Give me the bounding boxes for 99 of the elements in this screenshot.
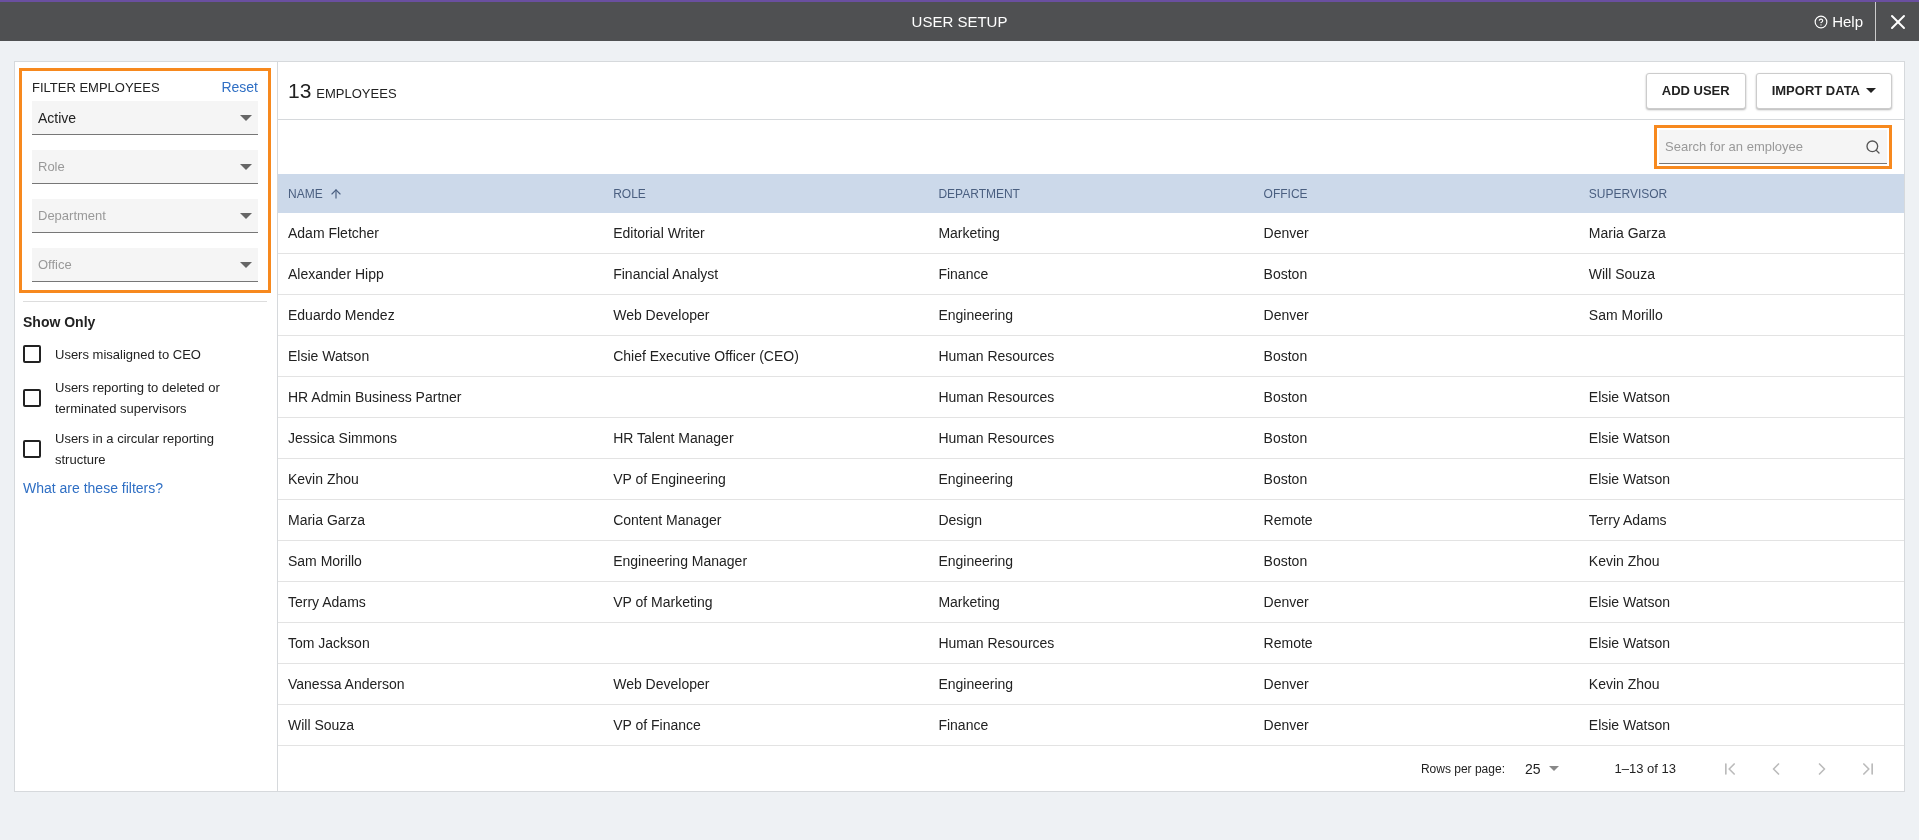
table-cell: Web Developer <box>603 664 929 705</box>
caret-icon <box>1866 88 1876 93</box>
caret-icon <box>240 114 252 121</box>
table-cell: Finance <box>928 254 1254 295</box>
column-header[interactable]: SUPERVISOR <box>1578 174 1904 213</box>
table-cell: Engineering Manager <box>603 541 929 582</box>
table-cell: Content Manager <box>603 500 929 541</box>
employee-count: 13 <box>288 78 312 103</box>
table-cell: Engineering <box>928 664 1254 705</box>
search-icon <box>1865 139 1881 155</box>
table-cell: Elsie Watson <box>1578 623 1904 664</box>
table-cell: Engineering <box>928 295 1254 336</box>
table-cell: Denver <box>1253 213 1579 254</box>
table-cell: Jessica Simmons <box>278 418 604 459</box>
table-cell: Denver <box>1253 582 1579 623</box>
help-button[interactable]: Help <box>1802 13 1875 30</box>
table-cell: Elsie Watson <box>1578 705 1904 746</box>
table-cell: Editorial Writer <box>603 213 929 254</box>
caret-icon <box>1548 766 1559 771</box>
table-cell: Tom Jackson <box>278 623 604 664</box>
table-cell: Will Souza <box>278 705 604 746</box>
table-cell: Kevin Zhou <box>278 459 604 500</box>
table-cell: Maria Garza <box>278 500 604 541</box>
table-cell: Finance <box>928 705 1254 746</box>
filter-select[interactable]: Role <box>32 150 258 184</box>
filter-title: FILTER EMPLOYEES <box>32 79 160 95</box>
table-cell: Remote <box>1253 623 1579 664</box>
table-cell: VP of Engineering <box>603 459 929 500</box>
table-cell: Elsie Watson <box>1578 459 1904 500</box>
table-cell: Denver <box>1253 705 1579 746</box>
table-cell: Human Resources <box>928 623 1254 664</box>
table-cell: Engineering <box>928 541 1254 582</box>
table-cell: VP of Marketing <box>603 582 929 623</box>
section-title: Show Only <box>23 314 97 330</box>
table-cell: Boston <box>1253 541 1579 582</box>
filter-select[interactable]: Department <box>32 199 258 233</box>
checkbox-label: Users misaligned to CEO <box>55 345 201 364</box>
table-cell: Financial Analyst <box>603 254 929 295</box>
column-header[interactable]: NAME <box>278 174 604 213</box>
rows-per-page-label: Rows per page: <box>1420 761 1505 776</box>
table-cell: Elsie Watson <box>1578 377 1904 418</box>
count-label: EMPLOYEES <box>316 85 397 101</box>
table-cell: Terry Adams <box>278 582 604 623</box>
table-cell: HR Talent Manager <box>603 418 929 459</box>
table-cell: Adam Fletcher <box>278 213 604 254</box>
caret-icon <box>240 261 252 268</box>
search-field[interactable]: Search for an employee <box>1659 130 1887 164</box>
table-cell: Engineering <box>928 459 1254 500</box>
table-cell: Eduardo Mendez <box>278 295 604 336</box>
table-cell: Elsie Watson <box>1578 582 1904 623</box>
table-cell: Denver <box>1253 295 1579 336</box>
table-cell: Human Resources <box>928 377 1254 418</box>
table-cell: Design <box>928 500 1254 541</box>
table-cell: Elsie Watson <box>1578 418 1904 459</box>
table-cell: Marketing <box>928 213 1254 254</box>
table-cell: HR Admin Business Partner <box>278 377 604 418</box>
help-link[interactable]: What are these filters? <box>23 480 164 496</box>
column-header[interactable]: ROLE <box>603 174 929 213</box>
rows-per-page-select[interactable]: 25 <box>1518 759 1565 778</box>
filter-select[interactable]: Office <box>32 248 258 282</box>
table-cell: Terry Adams <box>1578 500 1904 541</box>
column-header[interactable]: DEPARTMENT <box>928 174 1254 213</box>
table-cell: Boston <box>1253 459 1579 500</box>
checkbox-label: Users in a circular reporting structure <box>55 430 215 469</box>
caret-icon <box>240 163 252 170</box>
table-cell: Denver <box>1253 664 1579 705</box>
column-header[interactable]: OFFICE <box>1253 174 1579 213</box>
table-cell: Human Resources <box>928 336 1254 377</box>
table-cell: VP of Finance <box>603 705 929 746</box>
checkbox[interactable] <box>23 440 41 458</box>
caret-icon <box>240 212 252 219</box>
table-cell: Maria Garza <box>1578 213 1904 254</box>
table-cell: Sam Morillo <box>1578 295 1904 336</box>
dropdown-button[interactable]: IMPORT DATA <box>1755 72 1892 109</box>
table-cell: Web Developer <box>603 295 929 336</box>
table-cell: Remote <box>1253 500 1579 541</box>
action-button[interactable]: ADD USER <box>1645 72 1746 109</box>
filter-select[interactable]: Active <box>32 101 258 135</box>
table-cell: Boston <box>1253 377 1579 418</box>
table-cell: Will Souza <box>1578 254 1904 295</box>
table-cell: Vanessa Anderson <box>278 664 604 705</box>
reset-link[interactable]: Reset <box>221 79 258 95</box>
table-cell: Chief Executive Officer (CEO) <box>603 336 929 377</box>
table-cell: Sam Morillo <box>278 541 604 582</box>
table-cell: Marketing <box>928 582 1254 623</box>
table-cell: Human Resources <box>928 418 1254 459</box>
page-range: 1–13 of 13 <box>1614 761 1676 776</box>
table-cell: Boston <box>1253 254 1579 295</box>
table-cell: Boston <box>1253 418 1579 459</box>
checkbox-label: Users reporting to deleted or terminated supervisors <box>55 379 221 418</box>
help-icon <box>1814 14 1829 29</box>
table-cell: Kevin Zhou <box>1578 664 1904 705</box>
table-cell: Kevin Zhou <box>1578 541 1904 582</box>
table-cell: Boston <box>1253 336 1579 377</box>
window-title: USER SETUP <box>911 13 1008 30</box>
checkbox[interactable] <box>23 389 41 407</box>
table-cell: Elsie Watson <box>278 336 604 377</box>
table-cell: Alexander Hipp <box>278 254 604 295</box>
checkbox[interactable] <box>23 345 41 363</box>
